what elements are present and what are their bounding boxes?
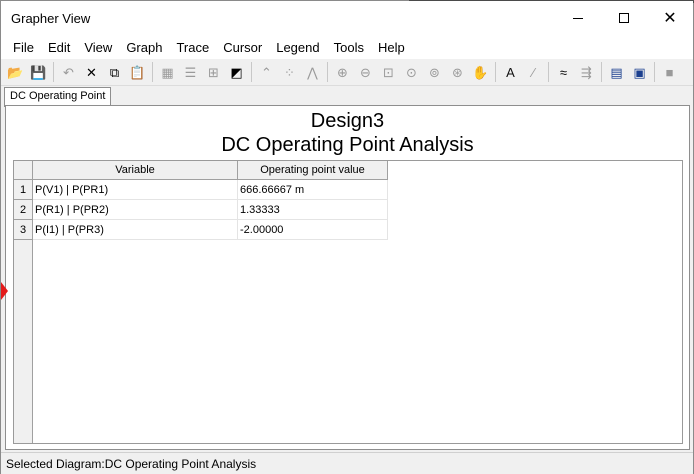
toolbar-separator (601, 62, 602, 82)
status-text: Selected Diagram:DC Operating Point Anal… (6, 456, 257, 471)
menu-edit[interactable]: Edit (41, 40, 77, 55)
cut-icon[interactable]: ✕ (80, 61, 103, 84)
tab-strip: DC Operating Point (1, 86, 693, 107)
zoom-y-icon[interactable]: ⊚ (423, 61, 446, 84)
toolbar-separator (53, 62, 54, 82)
menu-bar: File Edit View Graph Trace Cursor Legend Tools H… (1, 35, 693, 59)
trace-icon[interactable]: ≈ (552, 61, 575, 84)
print-preview-icon[interactable]: ▣ (628, 61, 651, 84)
pan-icon[interactable]: ✋ (469, 61, 492, 84)
tab-dc-operating-point[interactable]: DC Operating Point (4, 87, 112, 107)
toolbar-separator (495, 62, 496, 82)
zoom-x-icon[interactable]: ⊙ (400, 61, 423, 84)
diagram-panel: Design3 DC Operating Point Analysis Vari… (5, 105, 690, 450)
menu-cursor[interactable]: Cursor (216, 40, 269, 55)
red-marker-icon (1, 282, 8, 300)
line-points-icon[interactable]: ⋀ (301, 61, 324, 84)
row-number[interactable]: 2 (14, 200, 33, 220)
column-header-variable[interactable]: Variable (33, 161, 238, 180)
properties-icon[interactable]: ▤ (605, 61, 628, 84)
diagram-title: Design3 (310, 110, 385, 132)
minimize-button[interactable] (555, 1, 601, 35)
results-table: Variable Operating point value 1 P(V1) | … (13, 160, 683, 444)
menu-tools[interactable]: Tools (327, 40, 371, 55)
marker-icon[interactable]: ⁄ (522, 61, 545, 84)
save-icon[interactable]: 💾 (27, 61, 50, 84)
export-icon[interactable]: ⇶ (575, 61, 598, 84)
menu-legend[interactable]: Legend (269, 40, 326, 55)
cell-value[interactable]: 1.33333 (238, 200, 388, 220)
toolbar-separator (152, 62, 153, 82)
grid-icon[interactable]: ▦ (156, 61, 179, 84)
paste-icon[interactable]: 📋 (126, 61, 149, 84)
row-number[interactable]: 1 (14, 180, 33, 200)
grapher-window: Grapher View ✕ File Edit View Graph Trace Cur… (0, 0, 694, 474)
maximize-icon (619, 13, 629, 23)
minimize-icon (573, 17, 583, 19)
toolbar: 📂 💾 ↶ ✕ ⧉ 📋 ▦ ☰ ⊞ ◩ ⌃ ⁘ ⋀ ⊕ ⊖ ⊡ ⊙ ⊚ ⊛ ✋ A ⁄ ≈ ⇶ ▤ ▣ ■ (1, 59, 693, 86)
line-chart-icon[interactable]: ⌃ (255, 61, 278, 84)
cell-variable[interactable]: P(V1) | P(PR1) (33, 180, 238, 200)
cell-value[interactable]: -2.00000 (238, 220, 388, 240)
zoom-in-icon[interactable]: ⊕ (331, 61, 354, 84)
toolbar-separator (327, 62, 328, 82)
menu-help[interactable]: Help (371, 40, 412, 55)
toolbar-separator (251, 62, 252, 82)
row-number[interactable]: 3 (14, 220, 33, 240)
zoom-area-icon[interactable]: ⊛ (446, 61, 469, 84)
overlay-icon[interactable]: ◩ (225, 61, 248, 84)
copy-icon[interactable]: ⧉ (103, 61, 126, 84)
title-bar[interactable]: Grapher View ✕ (1, 1, 693, 35)
zoom-out-icon[interactable]: ⊖ (354, 61, 377, 84)
maximize-button[interactable] (601, 1, 647, 35)
cell-variable[interactable]: P(R1) | P(PR2) (33, 200, 238, 220)
scatter-icon[interactable]: ⁘ (278, 61, 301, 84)
text-icon[interactable]: A (499, 61, 522, 84)
column-header-value[interactable]: Operating point value (238, 161, 388, 180)
menu-view[interactable]: View (77, 40, 119, 55)
window-title: Grapher View (11, 10, 91, 26)
cell-value[interactable]: 666.66667 m (238, 180, 388, 200)
zoom-fit-icon[interactable]: ⊡ (377, 61, 400, 84)
axis-icon[interactable]: ⊞ (202, 61, 225, 84)
close-button[interactable]: ✕ (647, 1, 693, 35)
diagram-subtitle: DC Operating Point Analysis (221, 134, 474, 156)
undo-icon[interactable]: ↶ (57, 61, 80, 84)
corner-header[interactable] (14, 161, 33, 180)
stop-icon[interactable]: ■ (658, 61, 681, 84)
menu-file[interactable]: File (6, 40, 41, 55)
toolbar-separator (654, 62, 655, 82)
menu-graph[interactable]: Graph (119, 40, 169, 55)
list-icon[interactable]: ☰ (179, 61, 202, 84)
open-icon[interactable]: 📂 (4, 61, 27, 84)
cell-variable[interactable]: P(I1) | P(PR3) (33, 220, 238, 240)
menu-trace[interactable]: Trace (169, 40, 216, 55)
status-bar: Selected Diagram:DC Operating Point Anal… (1, 452, 693, 474)
close-icon: ✕ (663, 8, 677, 27)
toolbar-separator (548, 62, 549, 82)
